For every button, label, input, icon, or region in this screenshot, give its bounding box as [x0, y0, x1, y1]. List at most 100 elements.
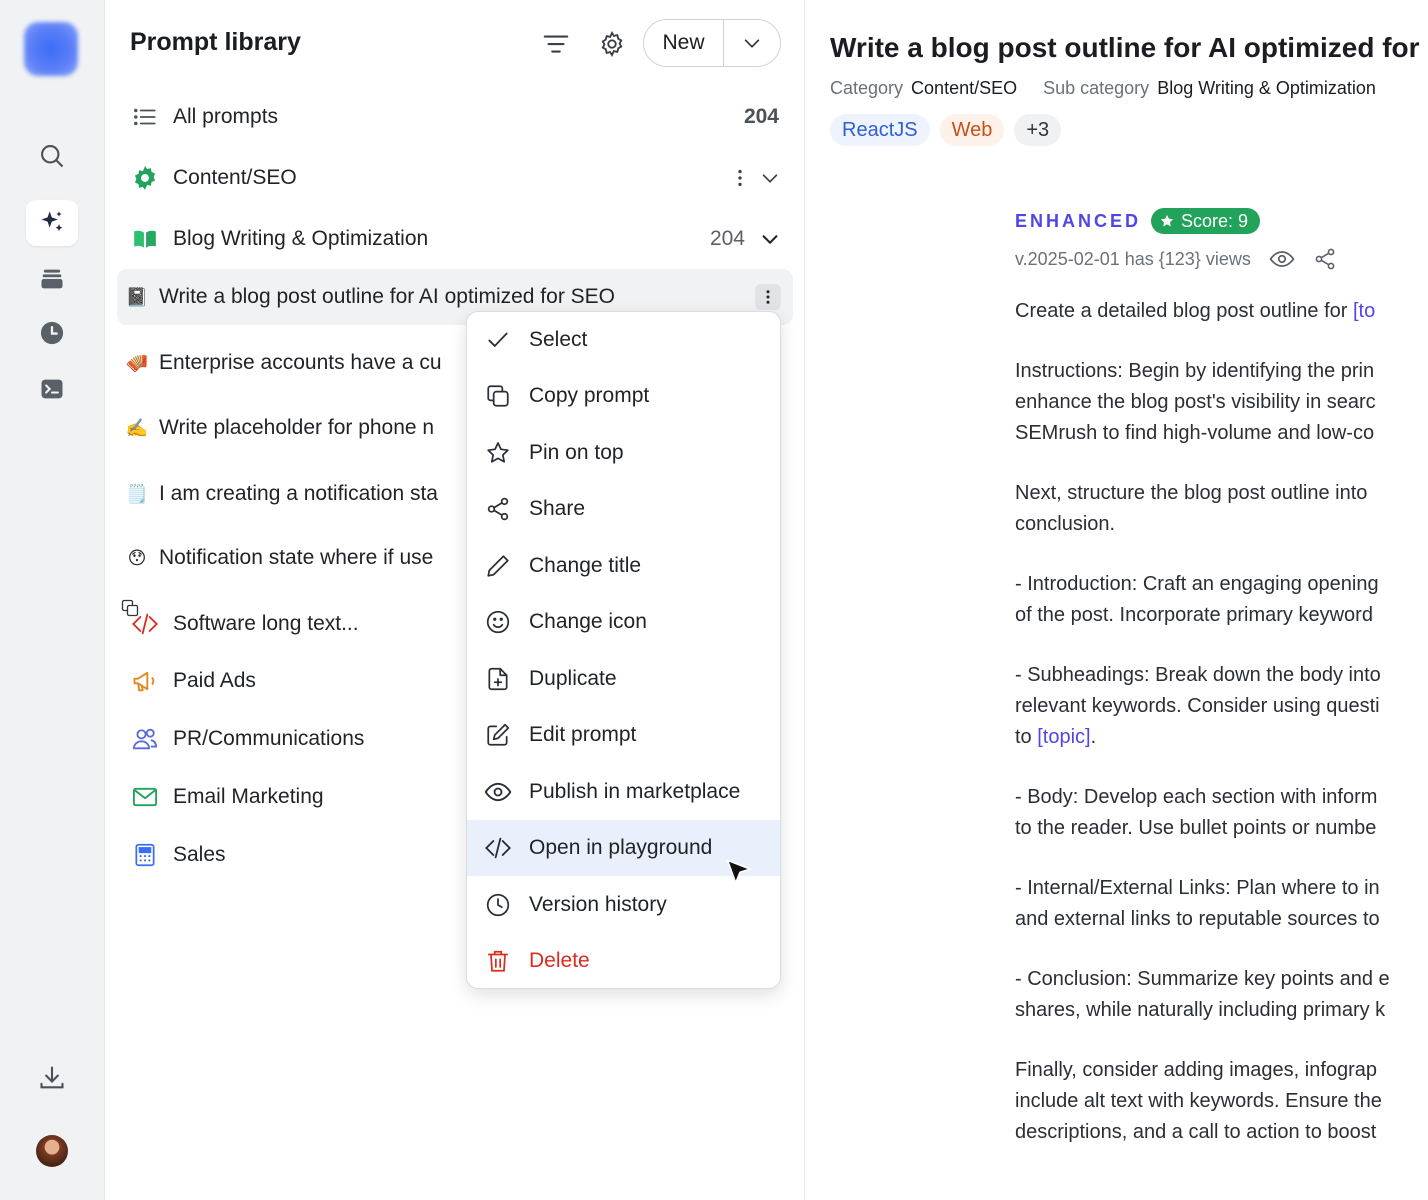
score-label: Score: 9	[1181, 210, 1249, 231]
chevron-down-icon[interactable]	[759, 228, 781, 250]
category-content-seo[interactable]: Content/SEO	[117, 150, 793, 206]
smile-icon	[467, 609, 529, 635]
menu-item-select[interactable]: Select	[467, 312, 780, 368]
menu-item-pin-on-top[interactable]: Pin on top	[467, 425, 780, 481]
prompt-detail: Write a blog post outline for AI optimiz…	[805, 0, 1428, 1200]
edit-icon	[467, 722, 529, 748]
variable-token[interactable]: [topic]	[1037, 726, 1090, 748]
filter-icon[interactable]	[539, 27, 573, 61]
menu-item-change-icon[interactable]: Change icon	[467, 594, 780, 650]
calculator-icon	[125, 842, 165, 868]
menu-item-label: Open in playground	[529, 836, 713, 859]
menu-item-label: Publish in marketplace	[529, 780, 741, 803]
menu-item-label: Delete	[529, 949, 590, 972]
menu-item-delete[interactable]: Delete	[467, 933, 780, 988]
prompt-paragraph: Instructions: Begin by identifying the p…	[1015, 360, 1376, 444]
prompt-item-label: Enterprise accounts have a cu	[159, 351, 442, 374]
trash-icon	[467, 948, 529, 974]
mouse-cursor-icon	[725, 858, 755, 895]
menu-item-change-title[interactable]: Change title	[467, 538, 780, 594]
copy-icon	[467, 383, 529, 409]
more-vertical-icon[interactable]	[729, 167, 751, 189]
category-value[interactable]: Content/SEO	[911, 78, 1017, 98]
code-icon	[125, 610, 165, 638]
terminal-icon[interactable]	[26, 366, 78, 412]
menu-item-edit-prompt[interactable]: Edit prompt	[467, 707, 780, 763]
prompt-paragraph: Finally, consider adding images, infogra…	[1015, 1059, 1382, 1143]
download-icon[interactable]	[26, 1055, 78, 1101]
search-icon[interactable]	[26, 133, 78, 179]
notepad-emoji-icon: 🗒️	[125, 483, 149, 504]
enhanced-label: ENHANCED	[1015, 210, 1142, 231]
star-icon	[1160, 214, 1174, 227]
new-dropdown-button[interactable]	[724, 20, 780, 66]
avatar[interactable]	[36, 1135, 68, 1167]
menu-item-duplicate[interactable]: Duplicate	[467, 651, 780, 707]
chevron-down-icon[interactable]	[759, 167, 781, 189]
menu-item-label: Edit prompt	[529, 723, 637, 746]
share-icon	[467, 496, 529, 522]
category-label: Paid Ads	[173, 669, 256, 692]
check-icon	[467, 327, 529, 353]
chevron-down-icon	[744, 39, 760, 48]
menu-item-label: Copy prompt	[529, 384, 650, 407]
menu-item-label: Change title	[529, 554, 642, 577]
version-text: v.2025-02-01 has {123} views	[1015, 248, 1251, 269]
all-prompts-item[interactable]: All prompts 204	[117, 89, 793, 145]
prompt-paragraph: - Introduction: Craft an engaging openin…	[1015, 573, 1379, 626]
app-logo[interactable]	[24, 22, 78, 76]
variable-token[interactable]: [to	[1353, 300, 1375, 322]
file-plus-icon	[467, 666, 529, 692]
menu-item-publish-in-marketplace[interactable]: Publish in marketplace	[467, 764, 780, 820]
category-label: Content/SEO	[173, 166, 297, 189]
menu-item-label: Duplicate	[529, 667, 617, 690]
surprised-face-emoji-icon: 😯	[127, 547, 147, 568]
tag-list: ReactJS Web +3	[830, 114, 1062, 146]
mail-icon	[125, 783, 165, 811]
prompt-item-label: I am creating a notification sta	[159, 482, 438, 505]
prompt-library-panel: Prompt library New All prompts 204 Conte…	[105, 0, 805, 1200]
settings-gear-icon[interactable]	[595, 27, 629, 61]
star-icon	[467, 440, 529, 466]
eye-icon[interactable]	[1269, 246, 1295, 272]
subcategory-blog-writing[interactable]: Blog Writing & Optimization 204	[117, 211, 793, 267]
prompt-paragraph: - Internal/External Links: Plan where to…	[1015, 877, 1380, 930]
category-label: Sales	[173, 843, 226, 866]
page-title: Prompt library	[130, 28, 301, 56]
menu-item-copy-prompt[interactable]: Copy prompt	[467, 368, 780, 424]
sparkles-icon[interactable]	[26, 200, 78, 246]
score-badge: Score: 9	[1151, 208, 1261, 234]
prompt-paragraph: Create a detailed blog post outline for …	[1015, 300, 1376, 322]
menu-item-share[interactable]: Share	[467, 481, 780, 537]
share-icon[interactable]	[1313, 247, 1337, 271]
prompt-meta: Category Content/SEO Sub category Blog Writ…	[830, 78, 1402, 99]
all-prompts-count: 204	[743, 105, 779, 128]
accordion-emoji-icon: 🪗	[125, 352, 149, 373]
subcategory-value[interactable]: Blog Writing & Optimization	[1157, 78, 1376, 98]
category-label: Software long text...	[173, 612, 359, 635]
prompt-item-label: Write a blog post outline for AI optimiz…	[159, 285, 616, 308]
more-tags-chip[interactable]: +3	[1014, 114, 1062, 146]
prompt-body: Create a detailed blog post outline for …	[1015, 296, 1428, 1177]
tag-chip[interactable]: ReactJS	[830, 114, 930, 146]
prompt-paragraph: - Subheadings: Break down the body into r…	[1015, 664, 1381, 748]
pencil-icon	[467, 553, 529, 579]
version-info: v.2025-02-01 has {123} views	[1015, 246, 1337, 272]
enhanced-header: ENHANCED Score: 9	[1015, 208, 1261, 234]
subcategory-label: Blog Writing & Optimization	[173, 227, 429, 250]
category-label: PR/Communications	[173, 727, 365, 750]
more-vertical-icon[interactable]	[755, 284, 781, 310]
new-split-button: New	[643, 19, 781, 67]
menu-item-label: Select	[529, 328, 588, 351]
clock-icon[interactable]	[26, 310, 78, 356]
stack-icon[interactable]	[26, 256, 78, 302]
new-button[interactable]: New	[644, 20, 724, 66]
menu-item-label: Version history	[529, 893, 667, 916]
all-prompts-label: All prompts	[173, 105, 279, 128]
category-key: Category	[830, 78, 904, 98]
category-label: Email Marketing	[173, 785, 324, 808]
subcategory-count: 204	[709, 227, 745, 250]
menu-item-label: Change icon	[529, 610, 647, 633]
prompt-paragraph: - Conclusion: Summarize key points and e…	[1015, 968, 1390, 1021]
tag-chip[interactable]: Web	[939, 114, 1005, 146]
